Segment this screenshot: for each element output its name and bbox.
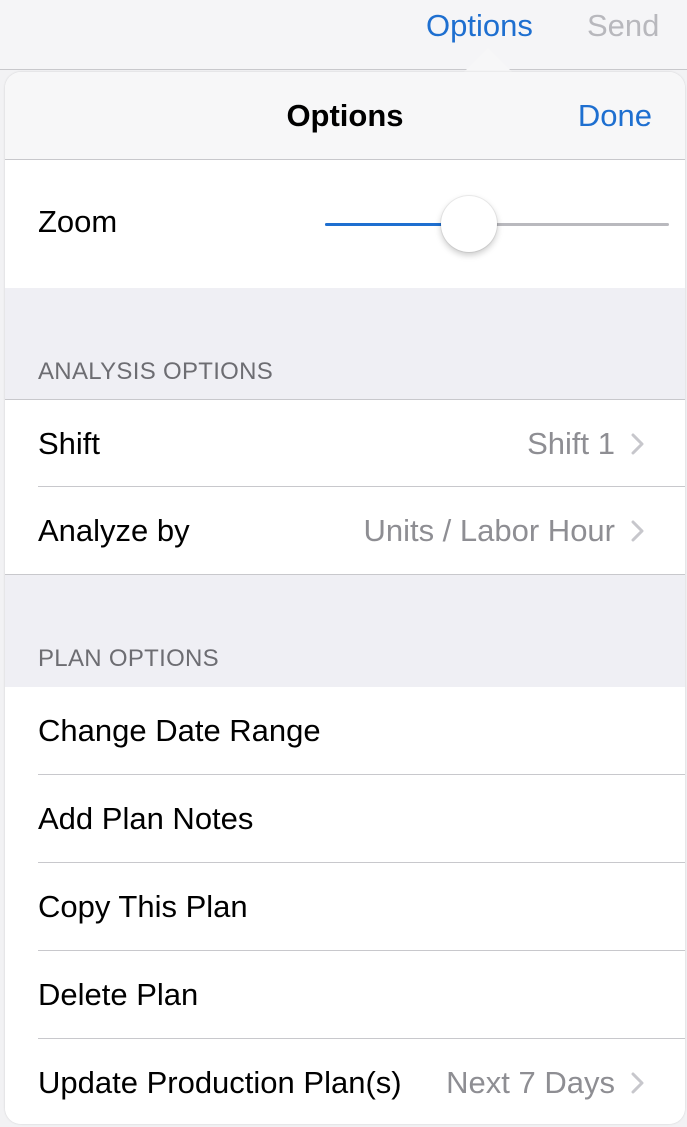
delete-plan-label: Delete Plan [38, 977, 199, 1012]
add-plan-notes-row[interactable]: Add Plan Notes [5, 775, 685, 863]
done-button[interactable]: Done [578, 98, 652, 134]
chevron-right-icon [631, 1072, 644, 1094]
change-date-range-label: Change Date Range [38, 713, 321, 748]
update-production-plans-row[interactable]: Update Production Plan(s) Next 7 Days [5, 1039, 685, 1124]
update-production-plans-value: Next 7 Days [446, 1065, 615, 1100]
delete-plan-row[interactable]: Delete Plan [5, 951, 685, 1039]
chevron-right-icon [631, 433, 644, 455]
shift-label: Shift [38, 426, 101, 461]
screen: Options Send Options Done Zoom ANALYSIS … [0, 0, 687, 1127]
send-button[interactable]: Send [587, 8, 659, 44]
zoom-label: Zoom [38, 204, 118, 239]
toolbar: Options Send [0, 0, 687, 70]
shift-row[interactable]: Shift Shift 1 [5, 400, 685, 488]
zoom-slider[interactable] [325, 196, 669, 252]
change-date-range-row[interactable]: Change Date Range [5, 687, 685, 775]
slider-thumb[interactable] [441, 196, 497, 252]
update-production-plans-label: Update Production Plan(s) [38, 1065, 402, 1100]
options-button[interactable]: Options [426, 8, 533, 44]
shift-value: Shift 1 [527, 426, 615, 461]
options-popover: Options Done Zoom ANALYSIS OPTIONS Shift… [5, 72, 685, 1124]
zoom-row: Zoom [5, 160, 685, 288]
analyze-by-row[interactable]: Analyze by Units / Labor Hour [5, 487, 685, 575]
analyze-by-value: Units / Labor Hour [363, 513, 615, 548]
plan-options-title: PLAN OPTIONS [38, 645, 219, 672]
analysis-options-title: ANALYSIS OPTIONS [38, 358, 274, 385]
analyze-by-label: Analyze by [38, 513, 190, 548]
popover-arrow [462, 48, 514, 74]
chevron-right-icon [631, 520, 644, 542]
copy-plan-label: Copy This Plan [38, 889, 248, 924]
analysis-options-header: ANALYSIS OPTIONS [5, 288, 685, 399]
plan-options-header: PLAN OPTIONS [5, 575, 685, 687]
copy-plan-row[interactable]: Copy This Plan [5, 863, 685, 951]
popover-navbar: Options Done [5, 72, 685, 160]
add-plan-notes-label: Add Plan Notes [38, 801, 254, 836]
